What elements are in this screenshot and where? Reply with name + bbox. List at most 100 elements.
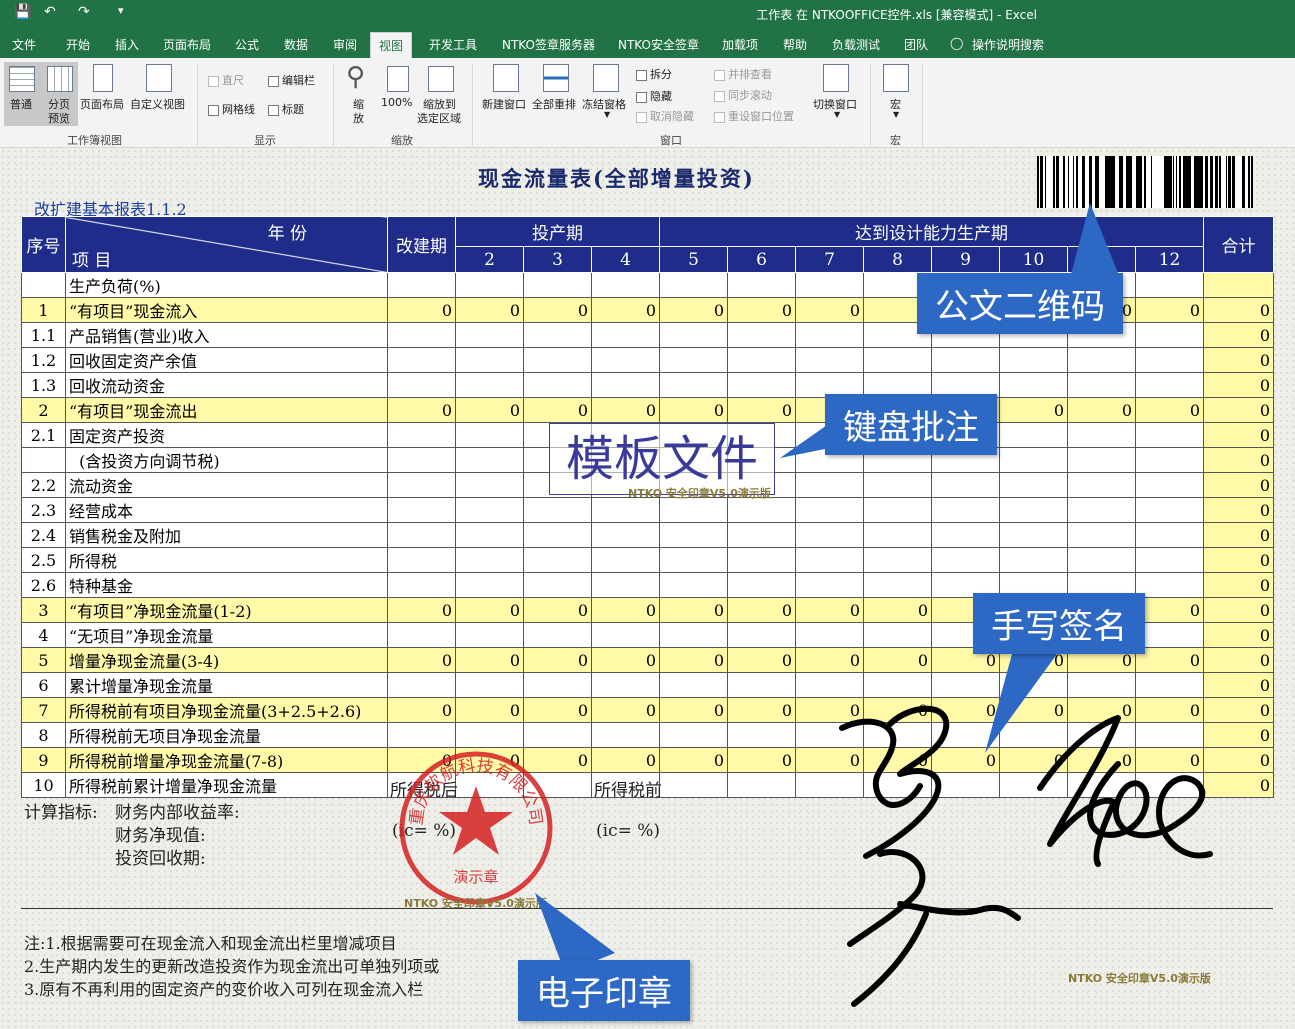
cell-value[interactable] — [727, 772, 797, 798]
cell-value[interactable] — [387, 672, 456, 698]
cell-value[interactable] — [590, 522, 661, 548]
cell-value[interactable] — [659, 722, 729, 748]
cell-value[interactable] — [727, 497, 797, 523]
cell-value[interactable] — [727, 272, 797, 298]
reset-window-position-button[interactable]: 重设窗口位置 — [714, 108, 794, 124]
formula-bar-checkbox[interactable]: 编辑栏 — [268, 72, 315, 88]
cell-value[interactable] — [590, 372, 661, 398]
cell-value[interactable] — [931, 547, 1001, 573]
cell-value[interactable] — [1135, 572, 1205, 598]
cell-item[interactable]: 经营成本 — [65, 497, 388, 523]
cell-value[interactable]: 0 — [1135, 647, 1205, 673]
cell-value[interactable]: 0 — [523, 647, 592, 673]
cell-total[interactable]: 0 — [1203, 672, 1275, 698]
cell-value[interactable]: 0 — [455, 647, 524, 673]
cell-value[interactable] — [455, 522, 524, 548]
redo-icon[interactable]: ↷ — [78, 4, 90, 20]
cell-total[interactable]: 0 — [1203, 372, 1275, 398]
cell-seq[interactable]: 1.1 — [21, 322, 66, 348]
cell-value[interactable] — [1135, 422, 1205, 448]
cell-value[interactable] — [387, 372, 456, 398]
cell-value[interactable] — [795, 547, 865, 573]
cell-value[interactable] — [387, 472, 456, 498]
cell-value[interactable] — [795, 497, 865, 523]
cell-value[interactable] — [727, 622, 797, 648]
tab-help[interactable]: 帮助 — [783, 36, 807, 53]
cell-value[interactable] — [387, 547, 456, 573]
cell-value[interactable]: 0 — [795, 647, 865, 673]
cell-value[interactable] — [1067, 472, 1137, 498]
cell-value[interactable]: 0 — [1135, 297, 1205, 323]
cell-value[interactable] — [387, 622, 456, 648]
cell-value[interactable]: 0 — [455, 597, 524, 623]
cell-value[interactable] — [727, 322, 797, 348]
cell-value[interactable] — [455, 672, 524, 698]
cell-value[interactable] — [455, 722, 524, 748]
custom-views-button[interactable]: 自定义视图 — [130, 96, 185, 112]
cell-value[interactable] — [999, 447, 1069, 473]
cell-value[interactable]: 0 — [727, 697, 797, 723]
cell-value[interactable]: 0 — [387, 697, 456, 723]
cell-value[interactable] — [659, 497, 729, 523]
cell-value[interactable] — [659, 272, 729, 298]
cell-value[interactable] — [1135, 322, 1205, 348]
cell-seq[interactable] — [21, 447, 66, 473]
cell-value[interactable] — [523, 622, 592, 648]
cell-value[interactable] — [387, 447, 456, 473]
cell-value[interactable] — [659, 322, 729, 348]
cell-value[interactable] — [1135, 522, 1205, 548]
cell-value[interactable]: 0 — [523, 597, 592, 623]
tab-insert[interactable]: 插入 — [115, 36, 139, 53]
cell-item[interactable]: 增量净现金流量(3-4) — [65, 647, 388, 673]
cell-total[interactable]: 0 — [1203, 497, 1275, 523]
cell-value[interactable] — [659, 572, 729, 598]
cell-item[interactable]: “有项目”净现金流量(1-2) — [65, 597, 388, 623]
cell-value[interactable] — [795, 672, 865, 698]
cell-value[interactable] — [523, 497, 592, 523]
cell-seq[interactable]: 2.3 — [21, 497, 66, 523]
cell-total[interactable]: 0 — [1203, 597, 1275, 623]
tab-file[interactable]: 文件 — [12, 36, 36, 53]
cell-item[interactable]: 回收固定资产余值 — [65, 347, 388, 373]
cell-seq[interactable]: 2.5 — [21, 547, 66, 573]
document-qr-code[interactable] — [1037, 156, 1253, 208]
cell-value[interactable]: 0 — [1067, 397, 1137, 423]
cell-value[interactable] — [455, 322, 524, 348]
worksheet-area[interactable]: 现金流量表(全部增量投资) 改扩建基本报表1.1.2 序号 年 份 项 目 改建… — [0, 148, 1295, 1029]
cell-value[interactable] — [590, 672, 661, 698]
cell-value[interactable] — [1067, 522, 1137, 548]
cell-value[interactable] — [1135, 497, 1205, 523]
cell-value[interactable] — [727, 347, 797, 373]
tab-developer[interactable]: 开发工具 — [429, 36, 477, 53]
cell-value[interactable]: 0 — [523, 697, 592, 723]
cell-item[interactable]: 所得税 — [65, 547, 388, 573]
cell-value[interactable]: 0 — [590, 697, 661, 723]
cell-value[interactable] — [727, 547, 797, 573]
cell-value[interactable] — [590, 322, 661, 348]
tab-data[interactable]: 数据 — [284, 36, 308, 53]
cell-seq[interactable]: 2.2 — [21, 472, 66, 498]
cell-seq[interactable] — [21, 272, 66, 298]
cell-value[interactable]: 0 — [727, 647, 797, 673]
cell-value[interactable] — [455, 347, 524, 373]
cell-item[interactable]: 所得税前有项目净现金流量(3+2.5+2.6) — [65, 697, 388, 723]
cell-item[interactable]: 产品销售(营业)收入 — [65, 322, 388, 348]
cell-item[interactable]: “无项目”净现金流量 — [65, 622, 388, 648]
cell-value[interactable]: 0 — [387, 397, 456, 423]
cell-value[interactable]: 0 — [387, 647, 456, 673]
cell-total[interactable]: 0 — [1203, 572, 1275, 598]
cell-seq[interactable]: 1.3 — [21, 372, 66, 398]
cell-value[interactable] — [590, 347, 661, 373]
cell-value[interactable]: 0 — [387, 297, 456, 323]
cell-value[interactable] — [387, 422, 456, 448]
cell-value[interactable]: 0 — [863, 597, 933, 623]
cell-seq[interactable]: 1 — [21, 297, 66, 323]
cell-value[interactable] — [387, 347, 456, 373]
electronic-seal[interactable]: 重庆软航科技有限公司 演示章 — [396, 748, 556, 908]
cell-value[interactable] — [523, 372, 592, 398]
cell-value[interactable]: 0 — [387, 597, 456, 623]
cell-seq[interactable]: 7 — [21, 697, 66, 723]
cell-value[interactable] — [795, 272, 865, 298]
cell-value[interactable] — [795, 572, 865, 598]
cell-value[interactable] — [387, 572, 456, 598]
